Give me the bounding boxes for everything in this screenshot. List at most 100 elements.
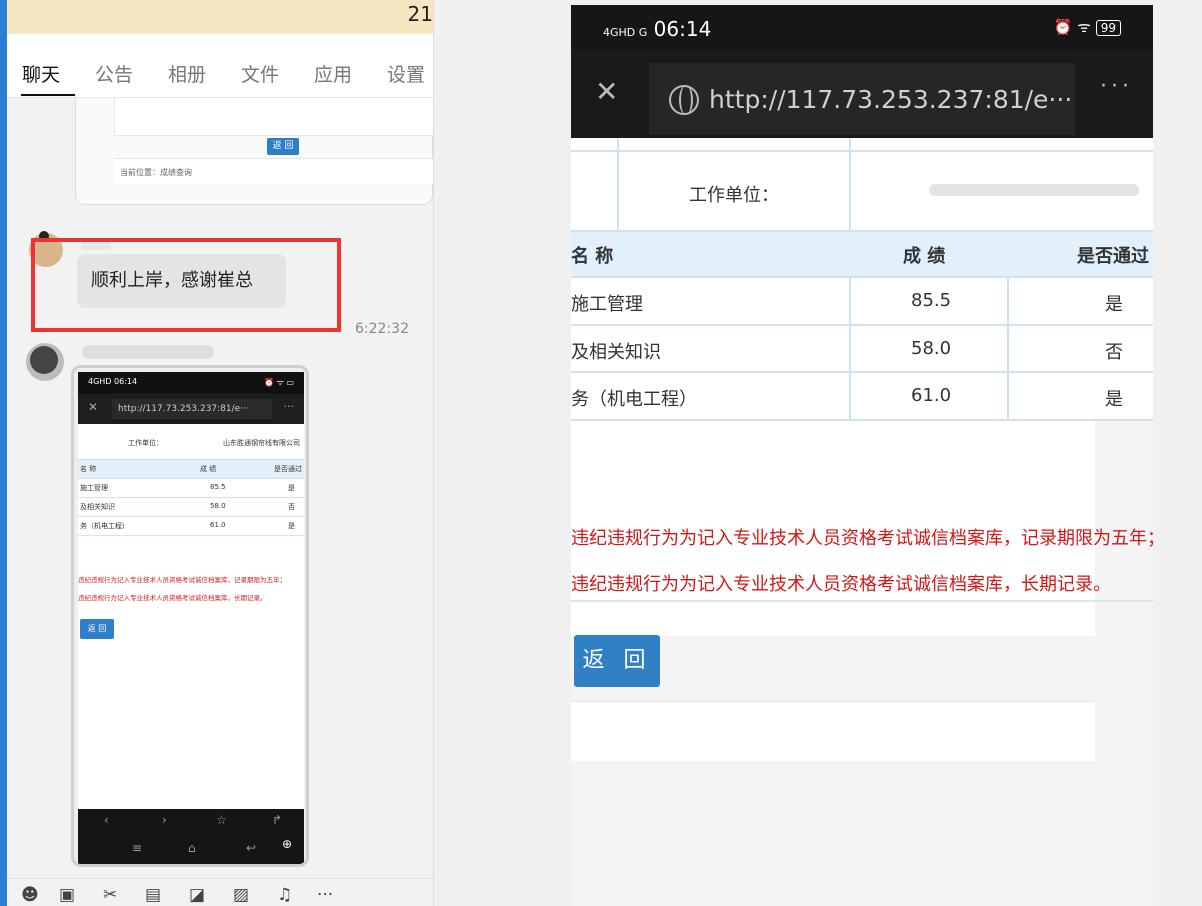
image-viewer: 4GHD G 06:14 ⏰ ᯤ 99 ✕ http://117.73.253.… xyxy=(433,0,1202,906)
thumb-time: 06:14 xyxy=(114,377,138,386)
avatar[interactable] xyxy=(26,343,64,381)
avatar-figure xyxy=(30,346,58,374)
cell-pass: 否 xyxy=(1105,342,1123,363)
globe-icon xyxy=(669,85,699,115)
table-border xyxy=(571,276,1153,278)
footer-box xyxy=(571,701,1095,761)
notice-area: 违纪违规行为为记入专业技术人员资格考试诚信档案库，记录期限为五年； 违纪违规行为… xyxy=(571,421,1153,636)
thumb-work-unit-row: 工作单位： 山东胜通钢帘线有限公司 xyxy=(78,424,304,460)
share-icon: ↱ xyxy=(272,813,283,827)
header-pass: 是否通过 xyxy=(1077,246,1149,267)
phone-time: 06:14 xyxy=(653,17,712,41)
thumb-cell-score: 61.0 xyxy=(210,521,226,529)
tab-album[interactable]: 相册 xyxy=(168,60,206,87)
folder-icon[interactable]: ▤ xyxy=(145,885,161,905)
tab-announcement[interactable]: 公告 xyxy=(95,60,133,87)
thumb-cell-name: 施工管理 xyxy=(80,484,108,492)
score-page: 工作单位： 名 称 成 绩 是否通过 施工管理 85.5 是 及相关知识 58.… xyxy=(571,138,1153,906)
notice-line-1: 违纪违规行为为记入专业技术人员资格考试诚信档案库，记录期限为五年； xyxy=(571,528,1153,549)
thumb-cell-pass: 是 xyxy=(288,484,295,492)
thumb-work-unit-value: 山东胜通钢帘线有限公司 xyxy=(223,439,300,447)
thumb-url: http://117.73.253.237:81/e··· xyxy=(112,399,272,419)
score-table: 工作单位： 名 称 成 绩 是否通过 施工管理 85.5 是 及相关知识 58.… xyxy=(571,138,1153,421)
divider xyxy=(571,600,1153,602)
cell-name: 及相关知识 xyxy=(571,342,661,363)
browser-url-bar: ✕ http://117.73.253.237:81/e··· ··· xyxy=(571,50,1153,138)
previous-image-panel xyxy=(114,98,434,136)
emoji-icon[interactable]: ☻ xyxy=(21,885,39,905)
tab-chat[interactable]: 聊天 xyxy=(22,60,60,87)
bell-icon[interactable]: ♫ xyxy=(277,885,292,905)
cell-score: 85.5 xyxy=(911,290,952,311)
battery-level: 99 xyxy=(1095,20,1121,36)
plus-icon: ⊕ xyxy=(282,837,293,851)
gif-icon[interactable]: ▣ xyxy=(59,885,75,905)
previous-image-message[interactable]: 返 回 当前位置：成绩查询 xyxy=(75,98,434,205)
chat-input-toolbar: ☻ ▣ ✂ ▤ ◪ ▨ ♫ ··· xyxy=(7,878,433,906)
picture-icon[interactable]: ▨ xyxy=(233,885,249,905)
top-number: 21 xyxy=(407,2,433,26)
cell-name: 施工管理 xyxy=(571,294,643,315)
table-border xyxy=(849,138,851,421)
thumb-cell-name: 及相关知识 xyxy=(80,503,115,511)
previous-return-button: 返 回 xyxy=(267,138,299,155)
thumb-header-pass: 是否通过 xyxy=(274,465,302,473)
header-score: 成 绩 xyxy=(903,246,946,267)
table-row: 施工管理 85.5 是 xyxy=(78,479,304,498)
return-icon: ↩ xyxy=(246,841,257,855)
close-icon[interactable]: ✕ xyxy=(595,78,618,106)
thumb-cell-name: 务（机电工程） xyxy=(80,522,129,530)
table-header: 名 称 成 绩 是否通过 xyxy=(571,230,1153,276)
phone-status-left: 4GHD G 06:14 xyxy=(603,17,711,41)
blurred-work-unit xyxy=(929,184,1139,196)
scissors-icon[interactable]: ✂ xyxy=(103,885,117,905)
notice-line-2: 违纪违规行为为记入专业技术人员资格考试诚信档案库，长期记录。 xyxy=(571,574,1111,595)
more-icon[interactable]: ··· xyxy=(1100,74,1133,99)
thumb-header-name: 名 称 xyxy=(80,465,97,473)
phone-status-bar: 4GHD G 06:14 ⏰ ᯤ 99 xyxy=(571,5,1153,50)
thumb-cell-score: 58.0 xyxy=(210,502,226,510)
blurred-sender-name xyxy=(82,345,214,359)
top-strip: 21 xyxy=(7,0,433,34)
cell-name: 务（机电工程） xyxy=(571,389,697,410)
thumb-notice-2: 违纪违规行为记入专业技术人员资格考试诚信档案库，长期记录。 xyxy=(78,594,267,602)
menu-icon: ≡ xyxy=(132,841,143,855)
header-name: 名 称 xyxy=(571,246,614,267)
tab-apps[interactable]: 应用 xyxy=(314,60,352,87)
message-timestamp: 6:22:32 xyxy=(355,321,409,337)
return-button[interactable]: 返 回 xyxy=(574,635,660,687)
back-icon: ‹ xyxy=(104,813,109,827)
phone-status-right: ⏰ ᯤ 99 xyxy=(1054,17,1121,37)
url-field[interactable]: http://117.73.253.237:81/e··· xyxy=(649,63,1075,135)
table-border xyxy=(571,150,1153,152)
thumb-signal: 4GHD xyxy=(88,377,112,386)
table-border xyxy=(571,230,1153,232)
active-tab-indicator xyxy=(21,94,75,96)
tab-files[interactable]: 文件 xyxy=(241,60,279,87)
table-row: 及相关知识 58.0 否 xyxy=(78,498,304,517)
forward-icon: › xyxy=(162,813,167,827)
star-icon: ☆ xyxy=(216,813,227,827)
table-row: 务（机电工程） 61.0 是 xyxy=(78,517,304,536)
thumb-work-unit-label: 工作单位： xyxy=(128,439,163,447)
image-edit-icon[interactable]: ◪ xyxy=(189,885,205,905)
thumb-page: 工作单位： 山东胜通钢帘线有限公司 名 称 成 绩 是否通过 施工管理 85.5… xyxy=(78,424,304,809)
signal-text: 4GHD G xyxy=(603,26,648,39)
cell-pass: 是 xyxy=(1105,294,1123,315)
image-message-thumbnail[interactable]: 4GHD 06:14 ⏰ ᯤ ▭ ✕ http://117.73.253.237… xyxy=(71,365,309,867)
cell-pass: 是 xyxy=(1105,389,1123,410)
thumb-notice-1: 违纪违规行为记入专业技术人员资格考试诚信档案库，记录期限为五年； xyxy=(78,576,286,584)
thumb-status-icons: ⏰ ᯤ ▭ xyxy=(264,378,294,387)
thumb-status-bar: 4GHD 06:14 ⏰ ᯤ ▭ xyxy=(78,372,304,394)
thumb-cell-score: 85.5 xyxy=(210,483,226,491)
cell-score: 61.0 xyxy=(911,385,952,406)
more-icon[interactable]: ··· xyxy=(317,885,333,905)
close-icon: ✕ xyxy=(88,400,99,414)
previous-breadcrumb: 当前位置：成绩查询 xyxy=(114,158,434,184)
highlight-box xyxy=(31,238,341,332)
thumb-table-header: 名 称 成 绩 是否通过 xyxy=(78,460,304,479)
table-border xyxy=(571,324,1153,326)
home-icon: ⌂ xyxy=(188,841,196,855)
table-border xyxy=(571,371,1153,373)
tab-settings[interactable]: 设置 xyxy=(387,60,425,87)
